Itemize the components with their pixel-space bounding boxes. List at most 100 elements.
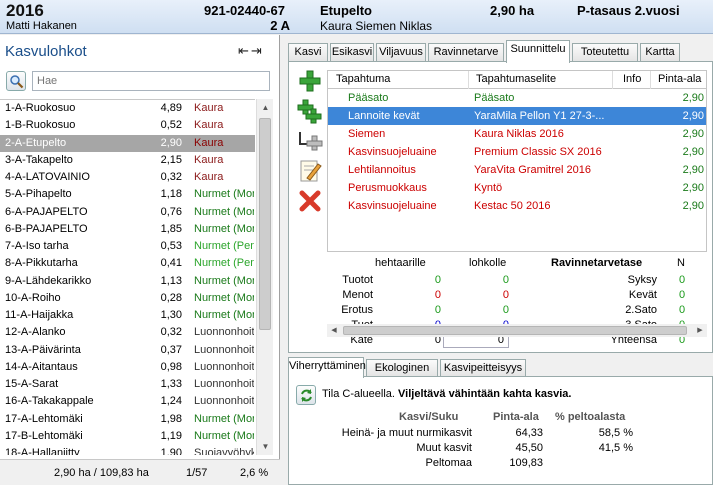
block-row[interactable]: 11-A-Haijakka 1,30 Nurmet (Mor [0,307,255,324]
bottom-tab[interactable]: Ekologinen ala [366,359,438,390]
block-row[interactable]: 18-A-Hallaniitty 1,90 Suojavyöhyk [0,445,255,455]
greening-region: Tila C-alueella. [322,388,395,400]
block-row[interactable]: 12-A-Alanko 0,32 Luonnonhoit [0,324,255,341]
bottom-tab[interactable]: Viherryttäminen [288,357,366,378]
block-row[interactable]: 3-A-Takapelto 2,15 Kaura [0,152,255,169]
block-crop: Kaura [194,171,224,183]
greening-area: 64,33 [515,427,543,439]
block-ha: 0,41 [160,257,182,270]
nutrient-value: 0 [679,289,686,301]
event-row[interactable]: Siemen Kaura Niklas 2016 2,90 [328,125,706,143]
block-ha: 1,13 [160,274,182,287]
block-crop: Luonnonhoit [194,326,254,339]
block-ha: 2,15 [160,153,182,166]
add-event-icon[interactable] [297,68,323,94]
block-name: 4-A-LATOVAINIO [5,171,90,183]
event-type: Perusmuokkaus [348,182,427,194]
block-row[interactable]: 14-A-Aitantaus 0,98 Luonnonhoit [0,359,255,376]
block-name: 13-A-Päivärinta [5,343,81,356]
total-area: 2,90 ha / 109,83 ha [54,467,149,479]
tab-esikasvi[interactable]: Esikasvi [330,43,374,62]
refresh-button[interactable] [296,385,316,405]
prev-arrow-icon[interactable]: ⇤ [238,43,251,58]
block-row[interactable]: 5-A-Pihapelto 1,18 Nurmet (Mor [0,186,255,203]
next-arrow-icon[interactable]: ⇥ [251,43,264,58]
event-row[interactable]: Lannoite kevät YaraMila Pellon Y1 27-3-..… [328,107,706,125]
block-row[interactable]: 17-A-Lehtomäki 1,98 Nurmet (Mor [0,411,255,428]
block-crop: Nurmet (Pen [194,240,254,252]
block-row[interactable]: 7-A-Iso tarha 0,53 Nurmet (Pen [0,238,255,255]
block-row[interactable]: 8-A-Pikkutarha 0,41 Nurmet (Pen [0,255,255,272]
block-name: 1-A-Ruokosuo [5,102,76,114]
block-name: 1-B-Ruokosuo [5,119,76,132]
block-row[interactable]: 6-B-PAJAPELTO 1,85 Nurmet (Mor [0,221,255,238]
block-row[interactable]: 10-A-Roiho 0,28 Nurmet (Mor [0,290,255,307]
edit-icon[interactable] [297,158,323,184]
block-crop: Kaura [194,119,224,132]
tab-toteutettu[interactable]: Toteutettu [572,43,638,62]
scroll-thumb[interactable] [259,118,271,330]
block-row[interactable]: 4-A-LATOVAINIO 0,32 Kaura [0,169,255,186]
col-event[interactable]: Tapahtuma [336,73,390,85]
block-ha: 1,90 [160,447,182,455]
block-row[interactable]: 1-A-Ruokosuo 4,89 Kaura [0,100,255,117]
bottom-tab[interactable]: Kasvipeitteisyys [440,359,526,377]
tab-viljavuus[interactable]: Viljavuus [376,43,426,62]
event-area: 2,90 [682,200,704,212]
delete-icon[interactable] [297,188,323,214]
event-row[interactable]: Kasvinsuojeluaine Premium Classic SX 2016… [328,143,706,161]
block-row[interactable]: 2-A-Etupelto 2,90 Kaura [0,134,255,152]
event-row[interactable]: Kasvinsuojeluaine Kestac 50 2016 2,90 [328,197,706,215]
nutrient-title: Ravinnetarvetase [551,257,643,269]
block-crop: Nurmet (Mor [194,205,254,218]
block-ha: 1,98 [160,412,182,425]
event-row[interactable]: Perusmuokkaus Kyntö 2,90 [328,179,706,197]
scroll-down-icon[interactable]: ▼ [257,438,274,455]
block-ha: 2,90 [160,136,182,149]
block-crop: Kaura [194,136,224,149]
block-row[interactable]: 16-A-Takakappale 1,24 Luonnonhoit [0,393,255,410]
tab-kasvi[interactable]: Kasvi [288,43,328,62]
block-row[interactable]: 1-B-Ruokosuo 0,52 Kaura [0,117,255,134]
area-percent: 2,6 % [240,467,269,479]
event-row[interactable]: Pääsato Pääsato 2,90 [328,89,706,107]
block-ha: 0,53 [160,240,182,252]
block-code: 2 A [270,18,290,33]
col-info[interactable]: Info [623,73,641,85]
block-row[interactable]: 9-A-Lähdekarikko 1,13 Nurmet (Mor [0,273,255,290]
list-scrollbar[interactable]: ▲ ▼ [256,99,273,455]
greening-percent: 41,5 % [598,442,633,454]
nutrient-value: 0 [679,274,686,286]
block-name: 2-A-Etupelto [5,136,67,149]
copy-add-icon[interactable] [297,98,323,124]
event-area: 2,90 [682,110,704,122]
scroll-right-icon[interactable]: ▶ [693,324,707,337]
block-name: 6-A-PAJAPELTO [5,205,88,218]
tab-kartta[interactable]: Kartta [640,43,680,62]
greening-panel: Tila C-alueella. Viljeltävä vähintään ka… [288,376,713,485]
block-name: 3-A-Takapelto [5,153,73,166]
block-ha: 0,37 [160,343,182,356]
block-crop: Luonnonhoit [194,343,254,356]
hscroll-thumb[interactable] [343,326,687,335]
horizontal-scrollbar[interactable]: ◀ ▶ [327,324,707,337]
scroll-left-icon[interactable]: ◀ [327,324,341,337]
block-name: 5-A-Pihapelto [5,188,72,201]
block-row[interactable]: 15-A-Sarat 1,33 Luonnonhoit [0,376,255,393]
block-ha: 0,98 [160,360,182,373]
event-row[interactable]: Lehtilannoitus YaraVita Gramitrel 2016 2,9… [328,161,706,179]
block-row[interactable]: 13-A-Päivärinta 0,37 Luonnonhoit [0,342,255,359]
search-button[interactable] [6,71,26,91]
insert-sub-icon[interactable] [297,128,323,154]
col-description[interactable]: Tapahtumaselite [476,73,612,85]
block-list-panel: Kasvulohkot ⇤⇥ 1-A-Ruokosuo4,89Kaura1-B-… [0,35,280,485]
search-input[interactable] [32,71,270,91]
block-ha: 0,32 [160,171,182,183]
tab-suunnittelu[interactable]: Suunnittelu [506,40,570,63]
col-area[interactable]: Pinta-ala [658,73,701,85]
events-table-header: Tapahtuma Tapahtumaselite Info Pinta-ala [328,71,706,89]
block-row[interactable]: 6-A-PAJAPELTO 0,76 Nurmet (Mor [0,204,255,221]
tab-ravinnetarve[interactable]: Ravinnetarve [428,43,504,62]
scroll-up-icon[interactable]: ▲ [257,99,274,116]
block-row[interactable]: 17-B-Lehtomäki 1,19 Nurmet (Mor [0,428,255,445]
